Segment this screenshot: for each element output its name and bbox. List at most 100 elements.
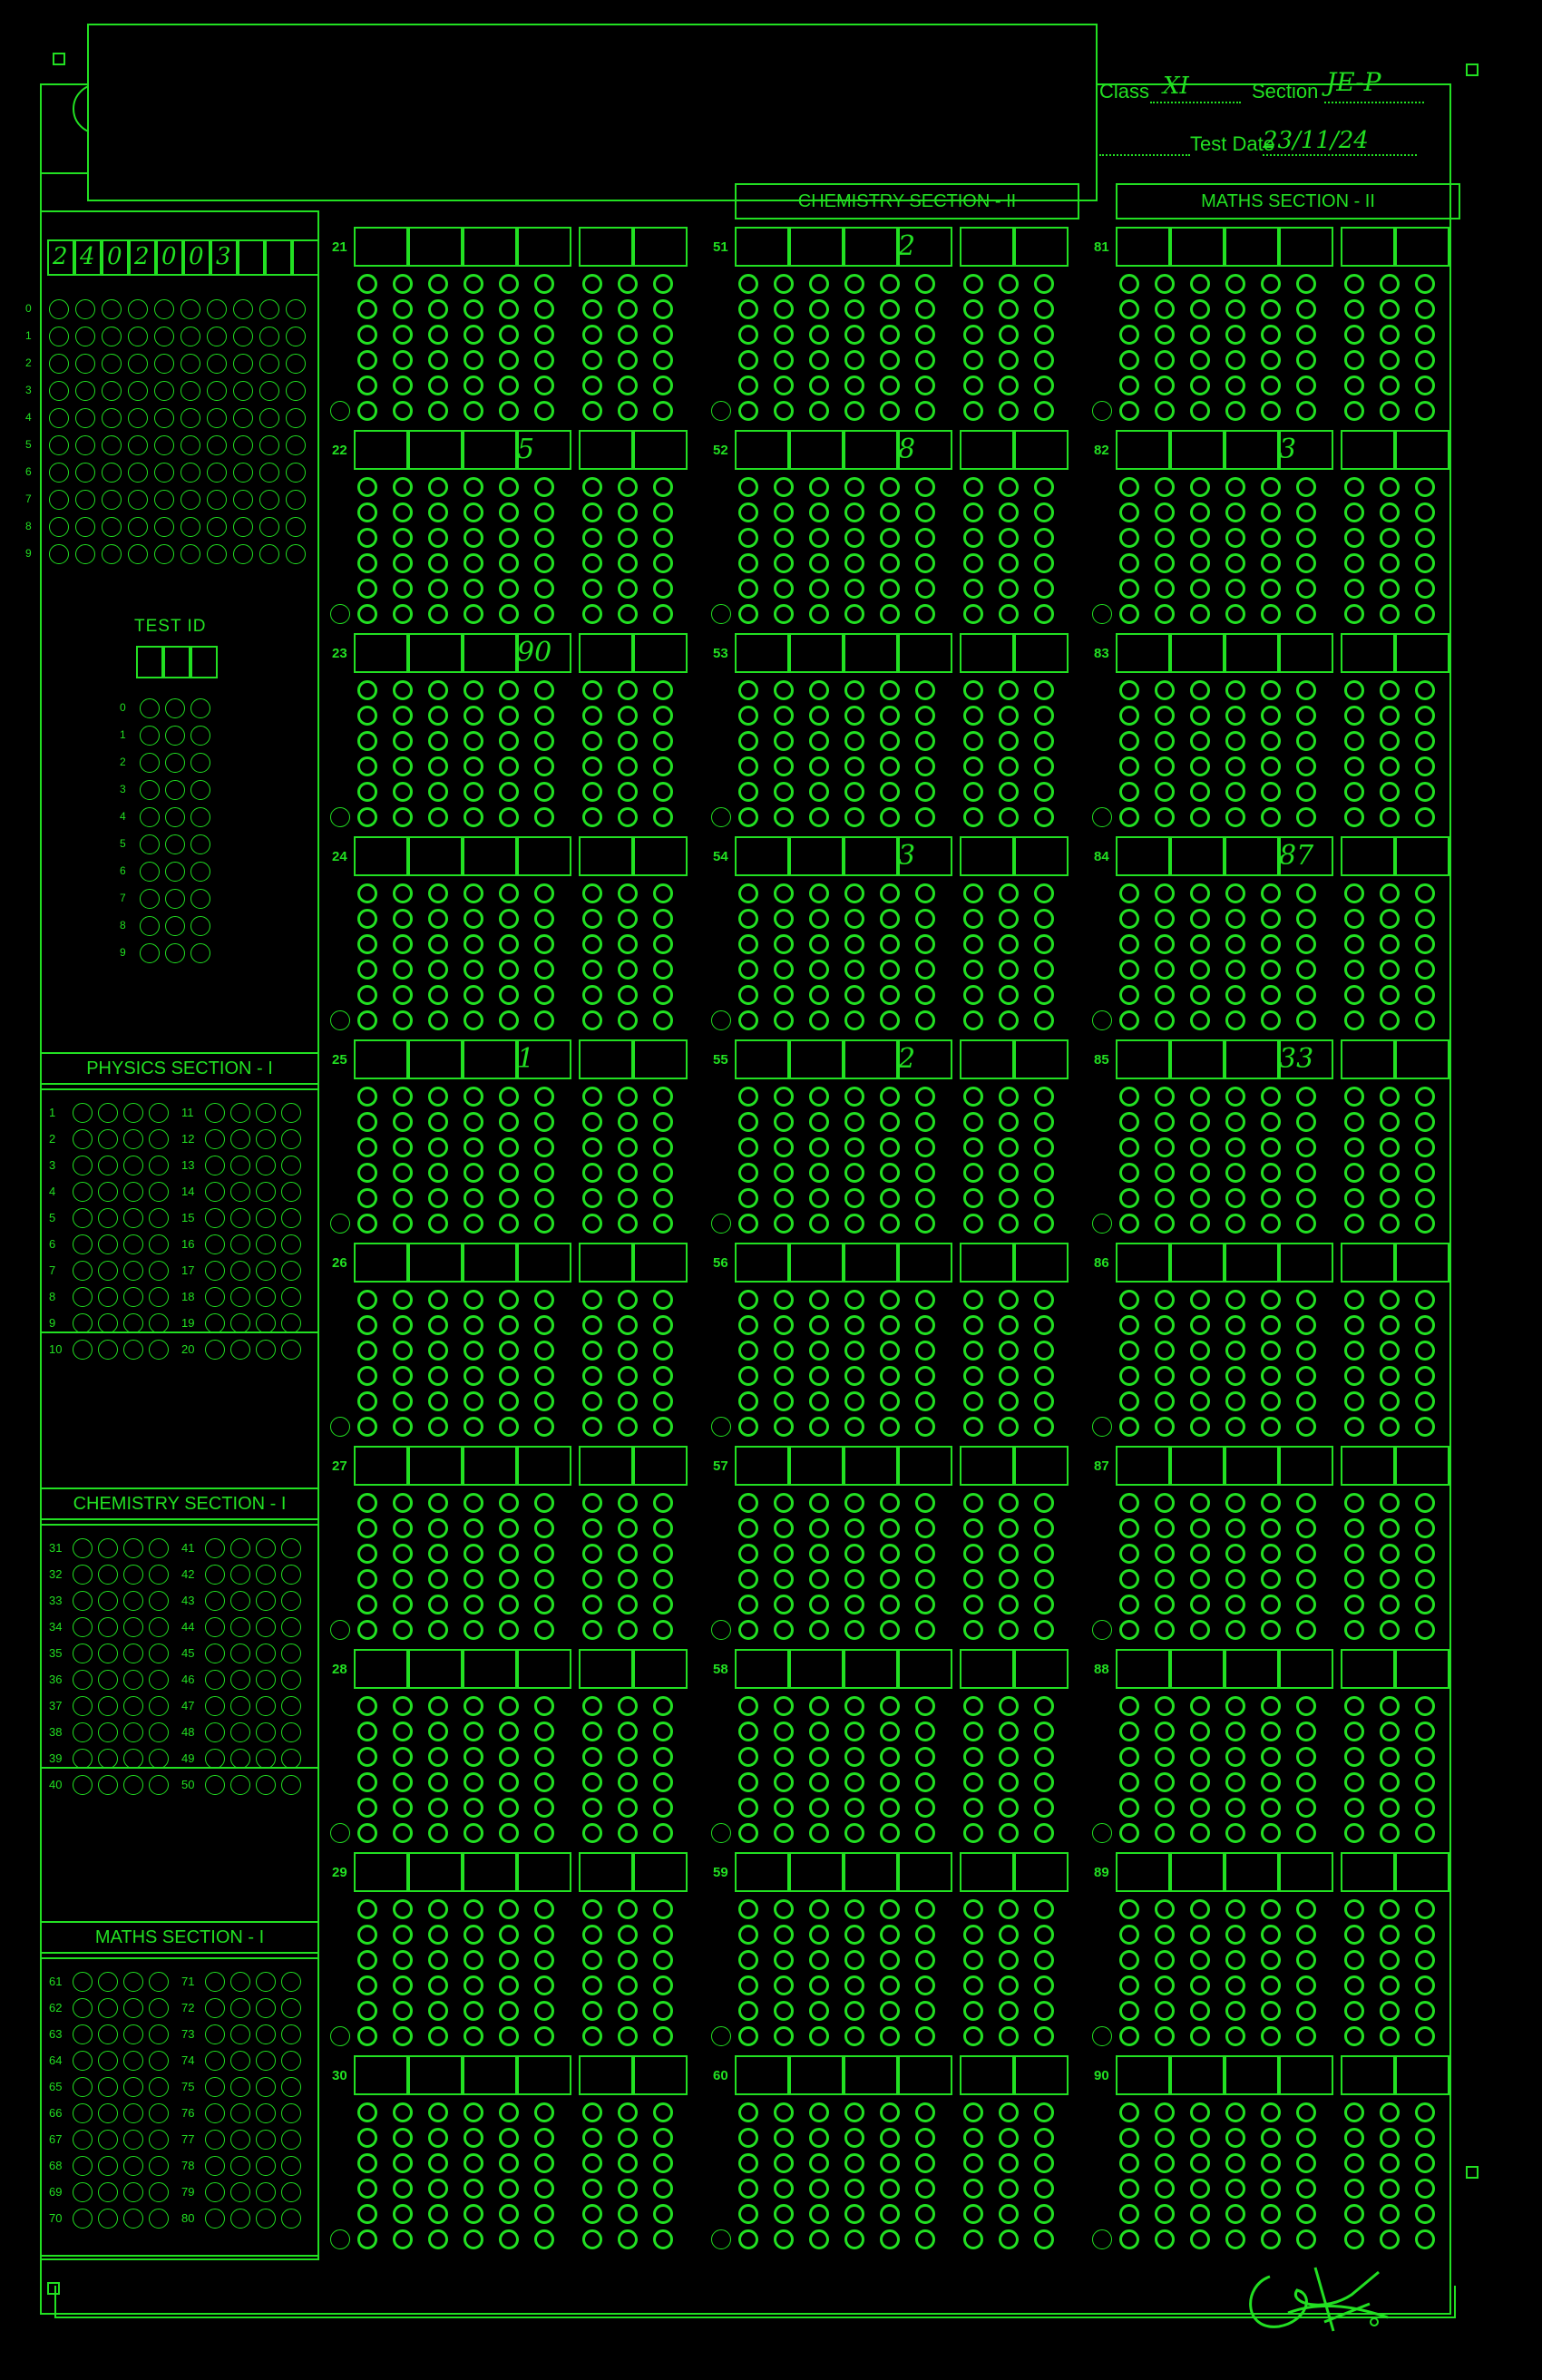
- answer-bubble[interactable]: [357, 1366, 377, 1386]
- roll-bubble[interactable]: [102, 299, 122, 319]
- roll-bubble[interactable]: [259, 544, 279, 564]
- option-bubble[interactable]: [123, 1998, 143, 2018]
- answer-bubble[interactable]: [357, 1112, 377, 1132]
- integer-digit-box[interactable]: [463, 2055, 517, 2095]
- option-bubble[interactable]: [149, 1998, 169, 2018]
- test-id-bubble[interactable]: [165, 943, 185, 963]
- integer-digit-box[interactable]: [844, 430, 898, 470]
- option-bubble[interactable]: [281, 1261, 301, 1281]
- decimal-bubble[interactable]: [582, 1137, 602, 1157]
- answer-bubble[interactable]: [534, 1341, 554, 1361]
- answer-bubble[interactable]: [357, 502, 377, 522]
- answer-bubble[interactable]: [844, 883, 864, 903]
- decimal-bubble[interactable]: [1415, 2026, 1435, 2046]
- answer-bubble[interactable]: [774, 1112, 794, 1132]
- answer-bubble[interactable]: [428, 2128, 448, 2148]
- decimal-bubble[interactable]: [1034, 1823, 1054, 1843]
- decimal-bubble[interactable]: [618, 680, 638, 700]
- answer-bubble[interactable]: [809, 604, 829, 624]
- answer-bubble[interactable]: [1155, 1137, 1175, 1157]
- answer-bubble[interactable]: [1225, 756, 1245, 776]
- option-bubble[interactable]: [230, 2209, 250, 2229]
- decimal-bubble[interactable]: [1344, 502, 1364, 522]
- option-bubble[interactable]: [123, 1749, 143, 1769]
- answer-bubble[interactable]: [915, 1899, 935, 1919]
- sign-bubble[interactable]: [330, 1214, 350, 1234]
- answer-bubble[interactable]: [880, 909, 900, 929]
- answer-bubble[interactable]: [809, 2204, 829, 2224]
- answer-bubble[interactable]: [1155, 401, 1175, 421]
- decimal-bubble[interactable]: [1344, 274, 1364, 294]
- answer-bubble[interactable]: [393, 1214, 413, 1234]
- decimal-digit-box[interactable]: [1014, 1649, 1069, 1689]
- answer-bubble[interactable]: [1155, 1290, 1175, 1310]
- option-bubble[interactable]: [123, 1234, 143, 1254]
- decimal-bubble[interactable]: [1034, 782, 1054, 802]
- decimal-bubble[interactable]: [1344, 1366, 1364, 1386]
- answer-bubble[interactable]: [393, 299, 413, 319]
- decimal-bubble[interactable]: [653, 934, 673, 954]
- answer-bubble[interactable]: [499, 1569, 519, 1589]
- answer-bubble[interactable]: [809, 2153, 829, 2173]
- option-bubble[interactable]: [98, 1234, 118, 1254]
- roll-bubble[interactable]: [49, 517, 69, 537]
- answer-bubble[interactable]: [1190, 325, 1210, 345]
- answer-bubble[interactable]: [738, 1112, 758, 1132]
- answer-bubble[interactable]: [915, 274, 935, 294]
- decimal-bubble[interactable]: [618, 553, 638, 573]
- answer-bubble[interactable]: [499, 477, 519, 497]
- option-bubble[interactable]: [123, 1972, 143, 1992]
- decimal-bubble[interactable]: [653, 1798, 673, 1818]
- decimal-bubble[interactable]: [1344, 680, 1364, 700]
- answer-bubble[interactable]: [428, 1290, 448, 1310]
- answer-bubble[interactable]: [809, 1950, 829, 1970]
- decimal-bubble[interactable]: [963, 1493, 983, 1513]
- decimal-bubble[interactable]: [999, 2102, 1019, 2122]
- answer-bubble[interactable]: [1119, 1925, 1139, 1945]
- answer-bubble[interactable]: [1155, 909, 1175, 929]
- decimal-bubble[interactable]: [1344, 2179, 1364, 2199]
- answer-bubble[interactable]: [1190, 2001, 1210, 2021]
- answer-bubble[interactable]: [428, 1950, 448, 1970]
- option-bubble[interactable]: [281, 1998, 301, 2018]
- answer-bubble[interactable]: [1225, 2128, 1245, 2148]
- decimal-bubble[interactable]: [999, 274, 1019, 294]
- answer-bubble[interactable]: [844, 985, 864, 1005]
- option-bubble[interactable]: [73, 1103, 93, 1123]
- decimal-bubble[interactable]: [1415, 2204, 1435, 2224]
- answer-bubble[interactable]: [1190, 1696, 1210, 1716]
- answer-bubble[interactable]: [464, 1544, 483, 1564]
- decimal-bubble[interactable]: [963, 502, 983, 522]
- option-bubble[interactable]: [149, 2103, 169, 2123]
- decimal-bubble[interactable]: [1415, 731, 1435, 751]
- answer-bubble[interactable]: [1190, 1366, 1210, 1386]
- answer-bubble[interactable]: [393, 1722, 413, 1741]
- answer-bubble[interactable]: [393, 1747, 413, 1767]
- answer-bubble[interactable]: [1155, 756, 1175, 776]
- answer-bubble[interactable]: [809, 1290, 829, 1310]
- answer-bubble[interactable]: [393, 1391, 413, 1411]
- answer-bubble[interactable]: [1119, 299, 1139, 319]
- option-bubble[interactable]: [98, 1998, 118, 2018]
- decimal-bubble[interactable]: [653, 1569, 673, 1589]
- answer-bubble[interactable]: [1261, 579, 1281, 599]
- decimal-digit-box[interactable]: [579, 633, 633, 673]
- integer-digit-box[interactable]: [354, 2055, 408, 2095]
- sign-bubble[interactable]: [1092, 1214, 1112, 1234]
- answer-bubble[interactable]: [738, 1366, 758, 1386]
- answer-bubble[interactable]: [809, 1722, 829, 1741]
- answer-bubble[interactable]: [1261, 807, 1281, 827]
- answer-bubble[interactable]: [428, 528, 448, 548]
- integer-digit-box[interactable]: [1279, 1243, 1333, 1283]
- answer-bubble[interactable]: [1155, 1366, 1175, 1386]
- decimal-bubble[interactable]: [1380, 1214, 1400, 1234]
- answer-bubble[interactable]: [1296, 1747, 1316, 1767]
- integer-digit-box[interactable]: [844, 1852, 898, 1892]
- answer-bubble[interactable]: [428, 1417, 448, 1437]
- decimal-bubble[interactable]: [999, 1188, 1019, 1208]
- decimal-bubble[interactable]: [1380, 1315, 1400, 1335]
- roll-bubble[interactable]: [49, 327, 69, 346]
- answer-bubble[interactable]: [774, 299, 794, 319]
- decimal-bubble[interactable]: [1415, 1010, 1435, 1030]
- decimal-bubble[interactable]: [963, 1823, 983, 1843]
